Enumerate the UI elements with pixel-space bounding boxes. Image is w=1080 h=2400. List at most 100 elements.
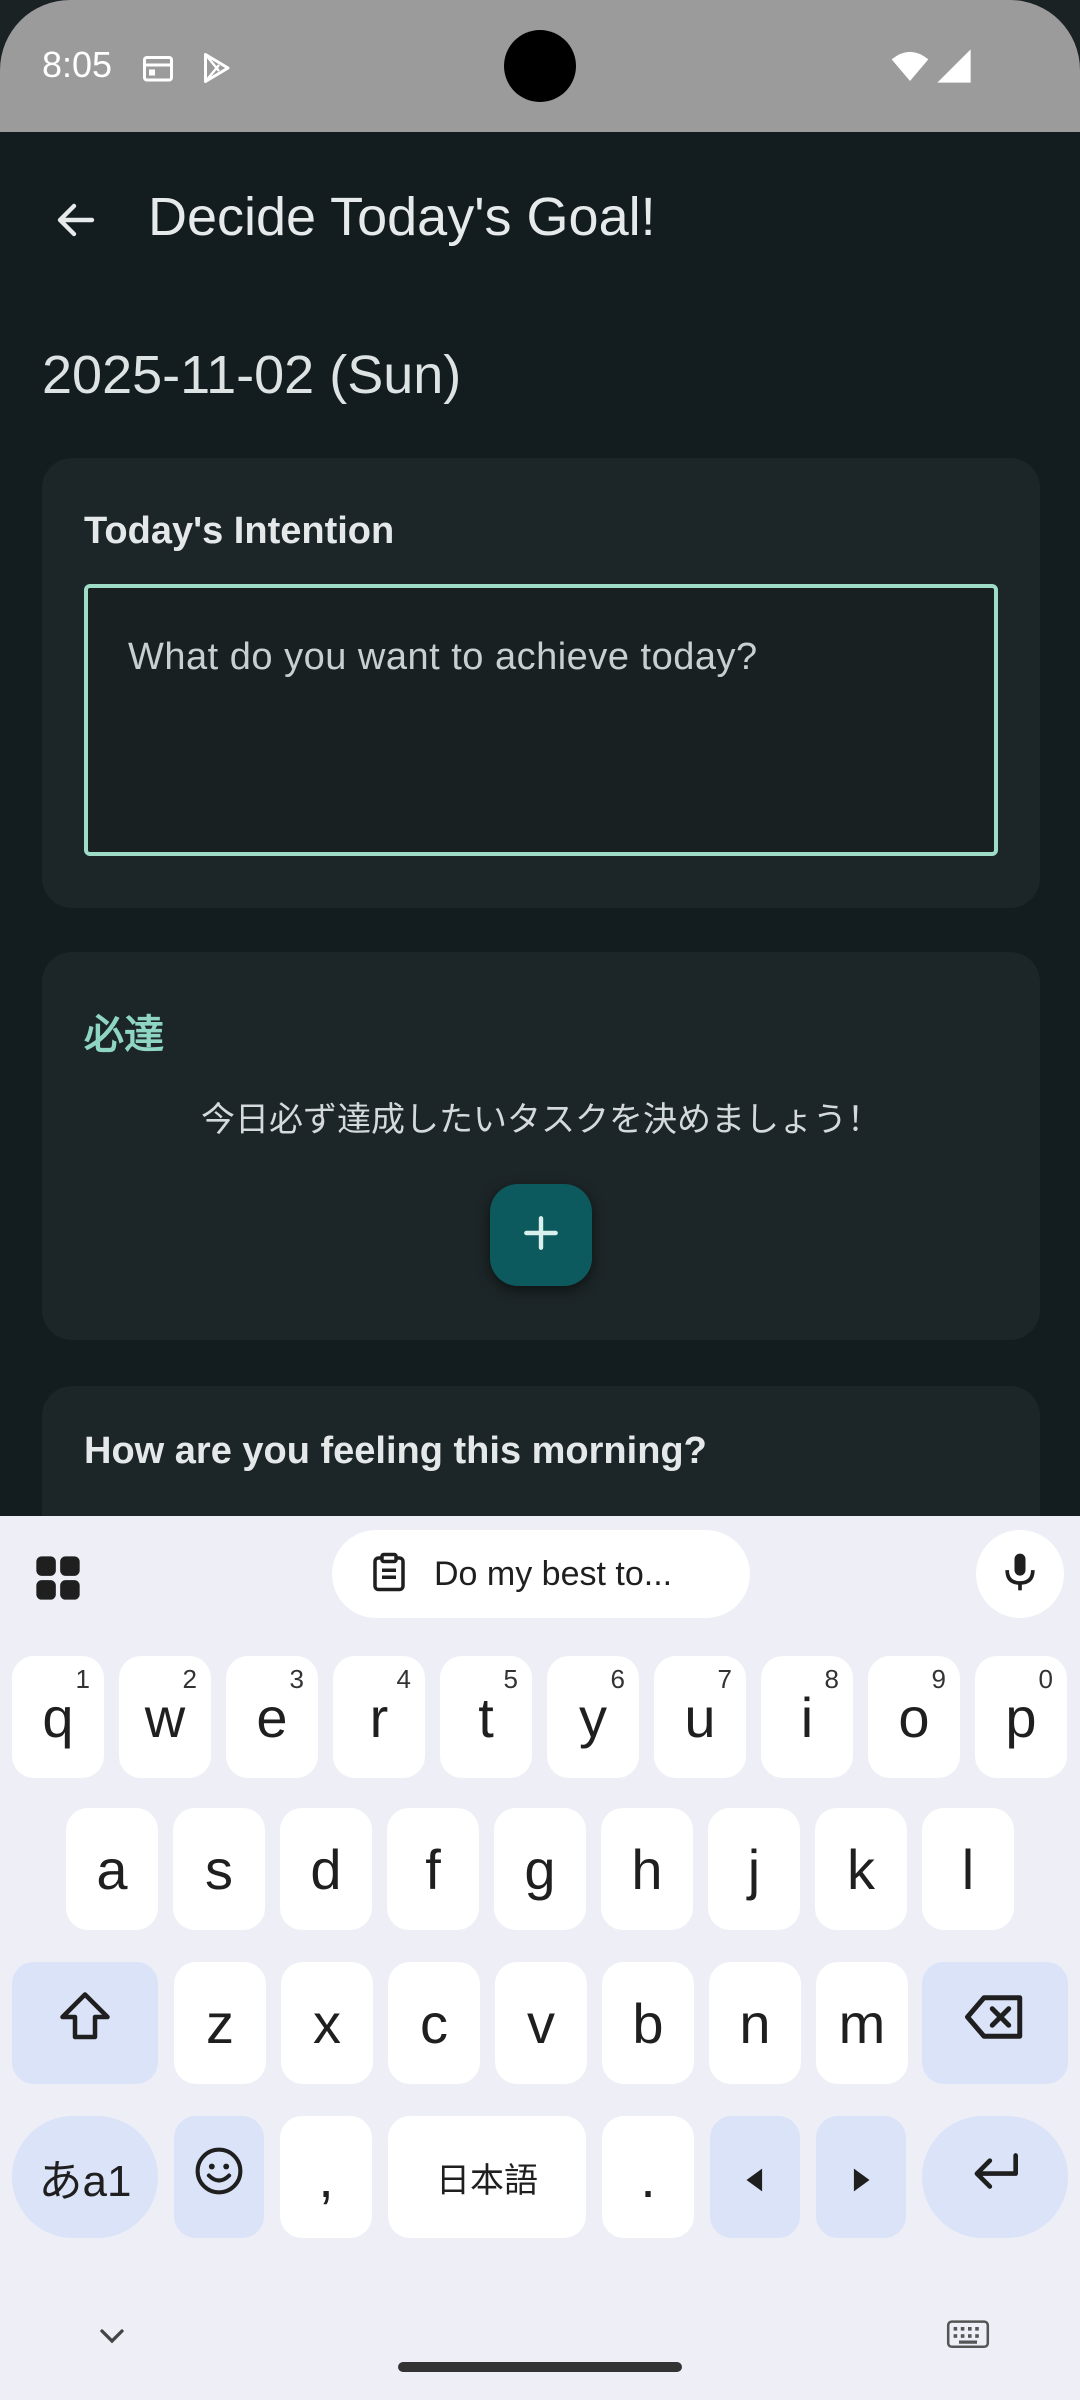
language-switch-key[interactable]: あa1 (12, 2116, 158, 2238)
key-u[interactable]: u7 (654, 1656, 746, 1778)
key-k[interactable]: k (815, 1808, 907, 1930)
key-label: s (205, 1837, 233, 1901)
key-j[interactable]: j (708, 1808, 800, 1930)
key-hint: 8 (824, 1664, 839, 1694)
backspace-key[interactable] (922, 1962, 1068, 2084)
key-v[interactable]: v (495, 1962, 587, 2084)
key-label: c (420, 1991, 448, 2055)
play-store-icon (198, 50, 234, 91)
key-hint: 6 (610, 1664, 625, 1694)
key-label: p (1005, 1685, 1037, 1749)
intention-input[interactable]: What do you want to achieve today? (84, 584, 998, 856)
back-button[interactable] (40, 186, 112, 258)
key-o[interactable]: o9 (868, 1656, 960, 1778)
key-hint: 4 (396, 1664, 411, 1694)
key-f[interactable]: f (387, 1808, 479, 1930)
voice-input-button[interactable] (976, 1530, 1064, 1618)
navigation-handle[interactable] (398, 2362, 682, 2372)
must-achieve-card: 必達 今日必ず達成したいタスクを決めましょう！ (42, 952, 1040, 1340)
keyboard-toolbar: Do my best to... (0, 1516, 1080, 1636)
key-h[interactable]: h (601, 1808, 693, 1930)
key-c[interactable]: c (388, 1962, 480, 2084)
suggestion-text: Do my best to... (434, 1554, 673, 1593)
period-label: . (640, 2145, 656, 2209)
keyboard-switch-icon[interactable] (946, 2318, 990, 2359)
calendar-icon (140, 50, 176, 91)
key-p[interactable]: p0 (975, 1656, 1067, 1778)
soft-keyboard: Do my best to... q1w2e3r4t5y6u7i8o9p0 as… (0, 1516, 1080, 2400)
key-r[interactable]: r4 (333, 1656, 425, 1778)
comma-key[interactable]: , (280, 2116, 372, 2238)
key-hint: 5 (503, 1664, 518, 1694)
intention-title: Today's Intention (84, 510, 395, 552)
key-g[interactable]: g (494, 1808, 586, 1930)
key-label: y (579, 1685, 607, 1749)
triangle-right-icon (844, 2145, 878, 2210)
key-label: o (898, 1685, 930, 1749)
enter-icon (964, 2140, 1026, 2215)
add-task-button[interactable] (490, 1184, 592, 1286)
key-x[interactable]: x (281, 1962, 373, 2084)
feeling-title: How are you feeling this morning? (84, 1430, 707, 1472)
app-bar: Decide Today's Goal! (0, 132, 1080, 300)
key-e[interactable]: e3 (226, 1656, 318, 1778)
key-t[interactable]: t5 (440, 1656, 532, 1778)
key-label: a (96, 1837, 128, 1901)
keyboard-apps-button[interactable] (24, 1546, 92, 1614)
key-y[interactable]: y6 (547, 1656, 639, 1778)
key-label: k (847, 1837, 875, 1901)
key-b[interactable]: b (602, 1962, 694, 2084)
must-achieve-description: 今日必ず達成したいタスクを決めましょう！ (201, 1101, 881, 1139)
key-label: e (256, 1685, 288, 1749)
key-label: x (313, 1991, 341, 2055)
key-d[interactable]: d (280, 1808, 372, 1930)
status-time: 8:05 (42, 44, 113, 85)
key-m[interactable]: m (816, 1962, 908, 2084)
emoji-key[interactable] (174, 2116, 264, 2238)
key-label: z (206, 1991, 234, 2055)
intention-placeholder: What do you want to achieve today? (128, 636, 758, 678)
key-label: i (800, 1685, 814, 1749)
key-a[interactable]: a (66, 1808, 158, 1930)
key-s[interactable]: s (173, 1808, 265, 1930)
key-label: l (961, 1837, 975, 1901)
clipboard-suggestion[interactable]: Do my best to... (332, 1530, 750, 1618)
chevron-down-icon[interactable] (92, 2316, 132, 2361)
key-hint: 2 (182, 1664, 197, 1694)
language-switch-label: あa1 (38, 2157, 132, 2206)
key-w[interactable]: w2 (119, 1656, 211, 1778)
key-label: t (478, 1685, 494, 1749)
space-key[interactable]: 日本語 (388, 2116, 586, 2238)
cursor-right-key[interactable] (816, 2116, 906, 2238)
key-q[interactable]: q1 (12, 1656, 104, 1778)
period-key[interactable]: . (602, 2116, 694, 2238)
key-label: h (631, 1837, 663, 1901)
space-label: 日本語 (436, 2161, 538, 2200)
key-label: w (144, 1685, 186, 1749)
key-hint: 1 (75, 1664, 90, 1694)
shift-key[interactable] (12, 1962, 158, 2084)
page-title: Decide Today's Goal! (148, 187, 656, 247)
key-label: j (747, 1837, 761, 1901)
key-z[interactable]: z (174, 1962, 266, 2084)
comma-label: , (318, 2145, 334, 2209)
must-achieve-title: 必達 (84, 1013, 164, 1057)
key-hint: 3 (289, 1664, 304, 1694)
grid-icon (32, 1552, 84, 1609)
status-bar: 8:05 (0, 0, 1080, 132)
enter-key[interactable] (922, 2116, 1068, 2238)
arrow-back-icon (52, 196, 100, 249)
key-hint: 9 (931, 1664, 946, 1694)
key-i[interactable]: i8 (761, 1656, 853, 1778)
key-label: n (739, 1991, 771, 2055)
app-screen: Decide Today's Goal! 2025-11-02 (Sun) To… (0, 132, 1080, 1546)
key-l[interactable]: l (922, 1808, 1014, 1930)
key-label: q (42, 1685, 74, 1749)
key-n[interactable]: n (709, 1962, 801, 2084)
cursor-left-key[interactable] (710, 2116, 800, 2238)
key-label: g (524, 1837, 556, 1901)
intention-card: Today's Intention What do you want to ac… (42, 458, 1040, 908)
key-hint: 7 (717, 1664, 732, 1694)
mic-icon (998, 1550, 1042, 1599)
date-label: 2025-11-02 (Sun) (42, 345, 462, 405)
